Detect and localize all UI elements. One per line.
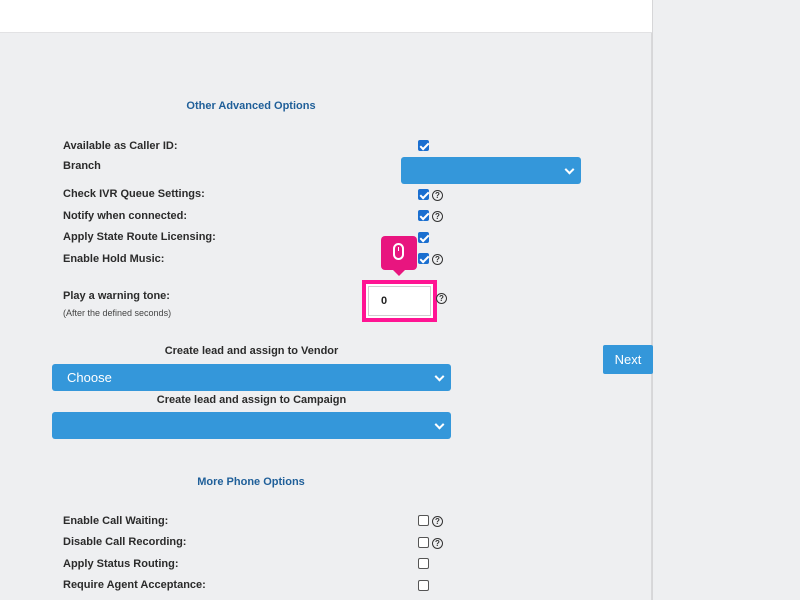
help-icon[interactable]: ?	[432, 211, 443, 222]
warning-tone-highlight: 0	[362, 280, 437, 322]
next-button[interactable]: Next	[603, 345, 653, 374]
help-icon[interactable]: ?	[436, 293, 447, 304]
warning-tone-sublabel: (After the defined seconds)	[63, 308, 172, 318]
mouse-click-badge	[381, 236, 417, 270]
call-waiting-label: Enable Call Waiting:	[63, 515, 169, 527]
mouse-icon	[393, 243, 404, 260]
notify-connected-checkbox[interactable]	[418, 210, 429, 221]
section-title-more-phone: More Phone Options	[197, 476, 305, 488]
vendor-select[interactable]: Choose	[52, 364, 451, 391]
disable-recording-checkbox[interactable]	[418, 537, 429, 548]
notify-connected-label: Notify when connected:	[63, 210, 188, 222]
state-route-label: Apply State Route Licensing:	[63, 231, 216, 243]
status-routing-label: Apply Status Routing:	[63, 558, 179, 570]
branch-label: Branch	[63, 160, 101, 172]
hold-music-checkbox[interactable]	[418, 253, 429, 264]
vendor-label: Create lead and assign to Vendor	[164, 345, 339, 357]
agent-acceptance-label: Require Agent Acceptance:	[63, 579, 206, 591]
campaign-select[interactable]	[52, 412, 451, 439]
section-title-other-advanced: Other Advanced Options	[186, 100, 316, 112]
right-side-area	[652, 0, 800, 600]
chevron-down-icon	[564, 164, 575, 175]
warning-tone-label: Play a warning tone:	[63, 290, 170, 302]
caller-id-checkbox[interactable]	[418, 140, 429, 151]
caller-id-label: Available as Caller ID:	[63, 140, 178, 152]
campaign-label: Create lead and assign to Campaign	[156, 394, 347, 406]
vendor-select-value: Choose	[67, 370, 112, 385]
agent-acceptance-checkbox[interactable]	[418, 580, 429, 591]
ivr-queue-checkbox[interactable]	[418, 189, 429, 200]
hold-music-label: Enable Hold Music:	[63, 253, 165, 265]
help-icon[interactable]: ?	[432, 516, 443, 527]
disable-recording-label: Disable Call Recording:	[63, 536, 187, 548]
help-icon[interactable]: ?	[432, 190, 443, 201]
top-strip	[0, 0, 652, 33]
ivr-queue-label: Check IVR Queue Settings:	[63, 188, 205, 200]
branch-select[interactable]	[401, 157, 581, 184]
state-route-checkbox[interactable]	[418, 232, 429, 243]
chevron-down-icon	[434, 371, 445, 382]
chevron-down-icon	[434, 419, 445, 430]
help-icon[interactable]: ?	[432, 254, 443, 265]
help-icon[interactable]: ?	[432, 538, 443, 549]
call-waiting-checkbox[interactable]	[418, 515, 429, 526]
warning-tone-input[interactable]: 0	[368, 286, 431, 316]
status-routing-checkbox[interactable]	[418, 558, 429, 569]
